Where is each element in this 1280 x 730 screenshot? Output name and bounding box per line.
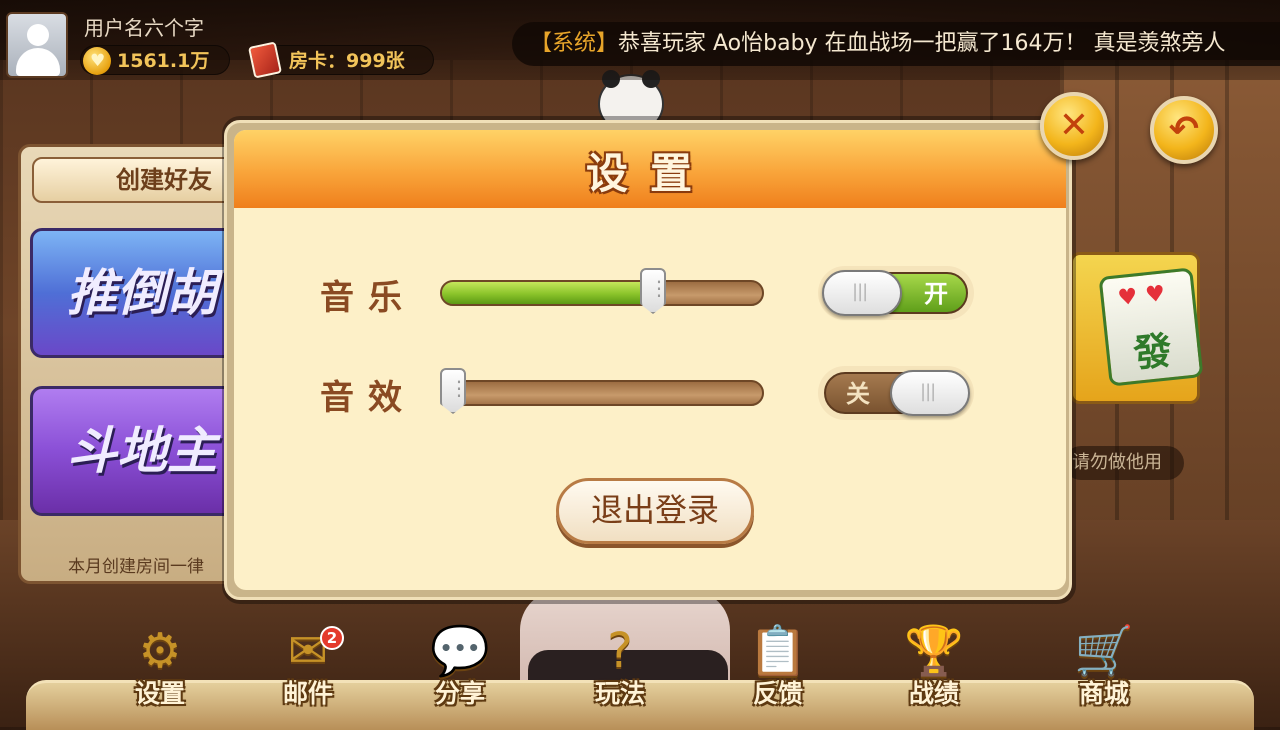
music-switch[interactable]: 开: [818, 266, 974, 320]
username: 用户名六个字: [84, 16, 204, 40]
nav-shopping-cart[interactable]: 🛒 商城: [1054, 622, 1154, 722]
sound-effects-volume-slider[interactable]: [440, 380, 764, 406]
create-room-panel: [18, 144, 240, 584]
sound-effects-switch-text: 关: [846, 380, 870, 408]
nav-label: 反馈: [752, 679, 803, 708]
gear-icon: ⚙: [138, 623, 182, 679]
nav-label: 玩法: [594, 679, 645, 708]
chat-bubble-icon: 💬: [430, 623, 490, 679]
nav-trophy[interactable]: 🏆 战绩: [884, 622, 984, 722]
nav-label: 设置: [134, 679, 185, 708]
system-ticker: 【系统】恭喜玩家 Ao怡baby 在血战场一把赢了164万！ 真是羡煞旁人: [512, 22, 1280, 66]
room-card-amount: 房卡：999张: [289, 50, 405, 72]
mail-icon: ✉: [287, 623, 329, 679]
tile-character: 發: [1131, 328, 1174, 376]
notification-badge: 2: [320, 626, 344, 650]
nav-question[interactable]: ? 玩法: [570, 622, 670, 722]
gold-amount: 1561.1万: [117, 50, 210, 72]
close-button[interactable]: ✕: [1040, 92, 1108, 160]
nav-mail[interactable]: ✉ 邮件 2: [258, 622, 358, 722]
shopping-cart-icon: 🛒: [1074, 623, 1134, 679]
sound-effects-switch-knob[interactable]: [890, 370, 970, 416]
nav-chat-bubble[interactable]: 💬 分享: [410, 622, 510, 722]
sound-effects-switch[interactable]: 关: [818, 366, 974, 420]
room-card-balance: 房卡：999张: [247, 41, 434, 79]
music-volume-fill: [442, 282, 659, 304]
nav-label: 商城: [1078, 679, 1129, 708]
sound-effects-label: 音效: [320, 378, 416, 418]
close-icon: ✕: [1058, 105, 1090, 146]
promo-note: 请勿做他用: [1064, 446, 1184, 480]
avatar-head: [27, 24, 49, 46]
game-card-doudizhu[interactable]: 斗地主: [30, 386, 240, 516]
ticker-message: 恭喜玩家 Ao怡baby 在血战场一把赢了164万！ 真是羡煞旁人: [618, 31, 1226, 56]
nav-gear[interactable]: ⚙ 设置: [110, 622, 210, 722]
music-label: 音乐: [320, 278, 416, 318]
create-room-note: 本月创建房间一律: [68, 557, 204, 577]
music-volume-slider[interactable]: [440, 280, 764, 306]
music-switch-text: 开: [924, 280, 948, 308]
mahjong-tile-mascot: ♥♥ 發: [1098, 267, 1204, 387]
question-icon: ?: [607, 623, 633, 679]
clipboard-icon: 📋: [748, 623, 808, 679]
gold-coin-icon: [83, 46, 111, 76]
logout-button[interactable]: 退出登录: [556, 478, 754, 544]
game-card-tuidaohu[interactable]: 推倒胡: [30, 228, 240, 358]
ticker-tag: 【系统】: [530, 31, 619, 56]
room-card-icon: [247, 41, 283, 79]
nav-clipboard[interactable]: 📋 反馈: [728, 622, 828, 722]
trophy-icon: 🏆: [904, 623, 964, 679]
heart-eyes-icon: ♥♥: [1116, 280, 1175, 312]
avatar-body: [16, 48, 60, 76]
gold-balance: 1561.1万: [80, 45, 230, 76]
music-switch-knob[interactable]: [822, 270, 902, 316]
avatar[interactable]: [6, 12, 68, 78]
nav-label: 分享: [434, 679, 485, 708]
nav-label: 战绩: [908, 679, 959, 708]
nav-label: 邮件: [282, 679, 333, 708]
